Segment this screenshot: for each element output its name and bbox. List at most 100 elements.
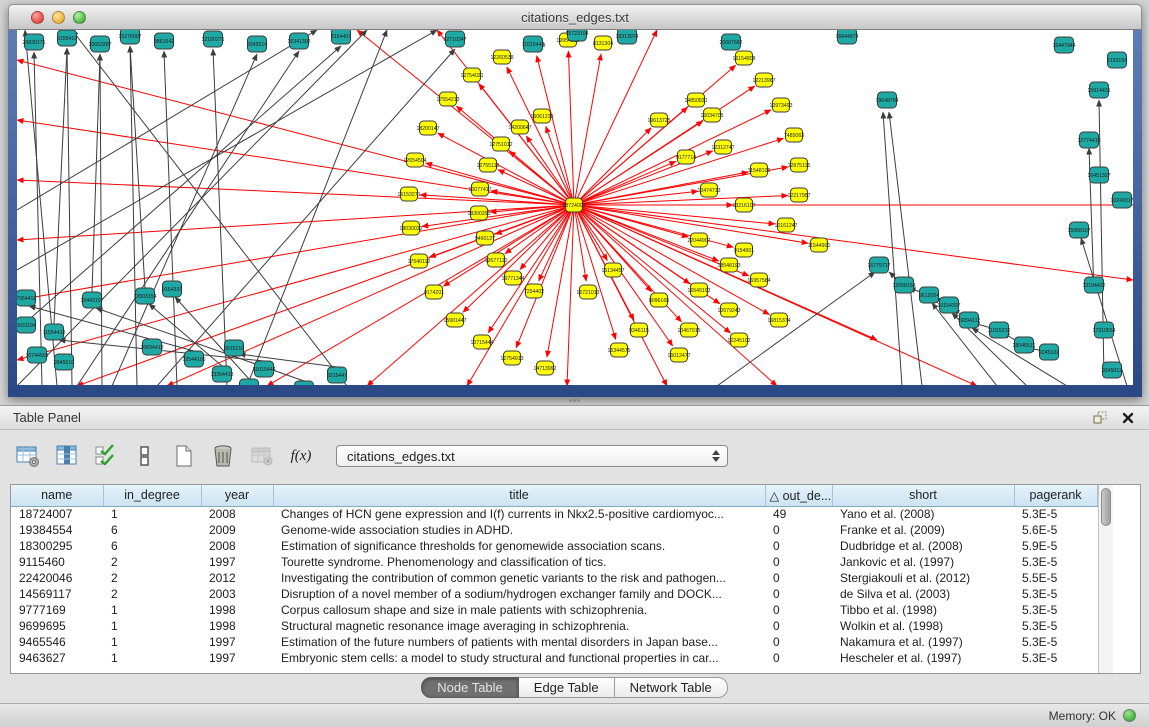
table-cell[interactable]: 49	[765, 506, 832, 522]
graph-node[interactable]: 18548193	[717, 258, 740, 272]
graph-node[interactable]: 12104432	[1082, 277, 1105, 293]
graph-node[interactable]: 11554413	[43, 324, 66, 340]
table-cell[interactable]: Changes of HCN gene expression and I(f) …	[273, 506, 765, 522]
graph-node[interactable]: 7254402	[524, 284, 544, 298]
table-cell[interactable]: 1998	[201, 602, 273, 618]
row-selection-mode-button[interactable]	[131, 443, 159, 469]
graph-edge[interactable]	[574, 205, 730, 333]
graph-edge[interactable]	[239, 354, 337, 367]
table-cell[interactable]: 6	[103, 538, 201, 554]
graph-node[interactable]: 10744501	[25, 347, 48, 363]
table-cell[interactable]: 0	[765, 570, 832, 586]
table-cell[interactable]: 18300295	[11, 538, 103, 554]
table-cell[interactable]: Dudbridge et al. (2008)	[832, 538, 1014, 554]
graph-node[interactable]: 12544100	[182, 351, 205, 367]
graph-node[interactable]: 15723104	[565, 30, 588, 41]
graph-node[interactable]: 18313974	[615, 30, 638, 44]
table-cell[interactable]: 5.3E-5	[1014, 554, 1097, 570]
graph-node[interactable]: 10467915	[677, 323, 700, 337]
table-cell[interactable]: 1997	[201, 634, 273, 650]
graph-node[interactable]: 12058154	[892, 277, 915, 293]
table-row[interactable]: 969969511998Structural magnetic resonanc…	[11, 618, 1097, 634]
graph-edge[interactable]	[567, 205, 574, 385]
graph-node[interactable]: 16061233	[530, 109, 553, 123]
graph-node[interactable]: 15443107	[80, 292, 103, 308]
graph-node[interactable]: 10715444	[470, 335, 493, 349]
table-cell[interactable]: 2008	[201, 538, 273, 554]
graph-node[interactable]: 10154337	[937, 297, 960, 313]
graph-node[interactable]: 16154808	[732, 51, 755, 65]
graph-node[interactable]: 12003154	[133, 288, 156, 304]
graph-node[interactable]: 9945510	[54, 354, 74, 370]
graph-node[interactable]: 16644874	[835, 30, 858, 44]
graph-node[interactable]: 16341302	[287, 33, 310, 49]
graph-node[interactable]: 17104432	[292, 381, 315, 385]
graph-node[interactable]: 10249317	[1110, 192, 1133, 208]
table-cell[interactable]: 5.3E-5	[1014, 586, 1097, 602]
table-cell[interactable]: Wolkin et al. (1998)	[832, 618, 1014, 634]
table-row[interactable]: 946554611997Estimation of the future num…	[11, 634, 1097, 650]
graph-node[interactable]: 15914431	[1087, 82, 1110, 98]
zoom-window-button[interactable]	[73, 11, 86, 24]
graph-node[interactable]: 8096165	[649, 293, 669, 307]
table-cell[interactable]: Genome-wide association studies in ADHD.	[273, 522, 765, 538]
table-cell[interactable]: 5.5E-5	[1014, 570, 1097, 586]
graph-edge[interactable]	[17, 30, 437, 270]
table-cell[interactable]: Investigating the contribution of common…	[273, 570, 765, 586]
graph-node[interactable]: 12312747	[711, 140, 734, 154]
panel-splitter-handle[interactable]	[569, 399, 579, 403]
table-row[interactable]: 1872400712008Changes of HCN gene express…	[11, 506, 1097, 522]
graph-node[interactable]: 15901447	[443, 313, 466, 327]
graph-node[interactable]: 14850831	[684, 93, 707, 107]
table-cell[interactable]: Franke et al. (2009)	[832, 522, 1014, 538]
table-cell[interactable]: Embryonic stem cells: a model to study s…	[273, 650, 765, 666]
graph-node[interactable]: 16779717	[867, 257, 890, 273]
column-header-title[interactable]: title	[273, 485, 765, 506]
graph-node[interactable]: 10161247	[774, 218, 797, 232]
table-cell[interactable]: Corpus callosum shape and size in male p…	[273, 602, 765, 618]
table-cell[interactable]: 22420046	[11, 570, 103, 586]
table-cell[interactable]: 2009	[201, 522, 273, 538]
graph-node[interactable]: 8154407	[331, 30, 351, 44]
graph-edge[interactable]	[213, 49, 227, 385]
graph-node[interactable]: 9931194	[17, 317, 36, 333]
table-cell[interactable]: 0	[765, 650, 832, 666]
graph-node[interactable]: 16012477	[667, 348, 690, 362]
graph-node[interactable]: 9154901	[734, 243, 754, 257]
graph-node[interactable]: 9015210	[224, 340, 244, 356]
table-cell[interactable]: 2	[103, 570, 201, 586]
table-cell[interactable]: 0	[765, 618, 832, 634]
table-cell[interactable]: 5.3E-5	[1014, 650, 1097, 666]
graph-node[interactable]: 20087682	[719, 34, 742, 50]
column-header-year[interactable]: year	[201, 485, 273, 506]
graph-node[interactable]: 9245012	[1102, 362, 1122, 378]
graph-edge[interactable]	[422, 205, 574, 226]
tab-node-table[interactable]: Node Table	[421, 677, 519, 698]
graph-node[interactable]: 16153271	[397, 187, 420, 201]
graph-edge[interactable]	[247, 30, 387, 385]
column-header-short[interactable]: short	[832, 485, 1014, 506]
graph-node[interactable]: 12654504	[403, 153, 426, 167]
graph-node[interactable]: 11015443	[522, 36, 545, 52]
table-cell[interactable]: 5.9E-5	[1014, 538, 1097, 554]
graph-node[interactable]: 12754021	[460, 68, 483, 82]
column-header-in_degree[interactable]: in_degree	[103, 485, 201, 506]
table-cell[interactable]: Tibbo et al. (1998)	[832, 602, 1014, 618]
graph-node[interactable]: 9155412	[57, 30, 77, 46]
column-header-name[interactable]: name	[11, 485, 103, 506]
graph-node[interactable]: 12710347	[443, 31, 466, 47]
table-cell[interactable]: 5.3E-5	[1014, 634, 1097, 650]
graph-node[interactable]: 9174201	[424, 285, 444, 299]
graph-node[interactable]: 8861042	[154, 33, 174, 49]
table-cell[interactable]: Nakamura et al. (1997)	[832, 634, 1014, 650]
table-cell[interactable]: Tourette syndrome. Phenomenology and cla…	[273, 554, 765, 570]
graph-edge[interactable]	[92, 54, 100, 292]
graph-node[interactable]: 12213967	[752, 73, 775, 87]
table-cell[interactable]: de Silva et al. (2003)	[832, 586, 1014, 602]
graph-node[interactable]: 11543017	[238, 379, 261, 385]
table-row[interactable]: 977716911998Corpus callosum shape and si…	[11, 602, 1097, 618]
graph-node[interactable]: 9215447	[327, 367, 347, 383]
graph-node[interactable]: 12034705	[700, 108, 723, 122]
graph-edge[interactable]	[34, 52, 42, 385]
graph-node[interactable]: 7954411	[17, 290, 36, 306]
